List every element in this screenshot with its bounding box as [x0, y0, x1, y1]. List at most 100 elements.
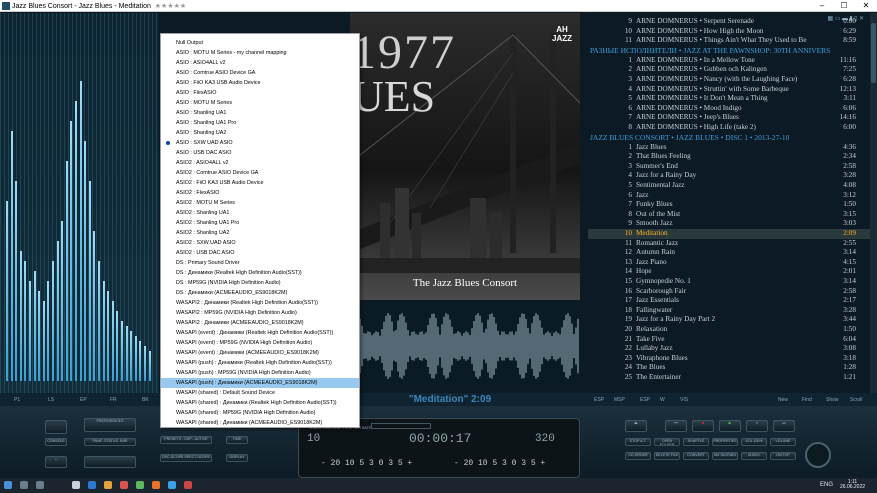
- control-button[interactable]: PROPERTIES: [712, 438, 738, 446]
- playlist-row[interactable]: 8 Out of the Mist 3:15: [588, 210, 870, 220]
- playlist-row[interactable]: 15 Gymnopedie No. 1 3:14: [588, 277, 870, 287]
- playlist-row[interactable]: 16 Scarborough Fair 2:58: [588, 287, 870, 297]
- menu-item[interactable]: WASAPI (event) : Динамики (ACMEEAUDIO_ES…: [161, 348, 359, 358]
- tab-action-3[interactable]: Scroll: [850, 397, 863, 403]
- playlist-row[interactable]: 12 Autumn Rain 3:14: [588, 248, 870, 258]
- menu-item[interactable]: WASAPI (push) : Динамики (Realtek High D…: [161, 358, 359, 368]
- playlist-row[interactable]: 7 ARNE DOMNERUS • Jeep's Blues 14:16: [588, 113, 870, 123]
- menu-item[interactable]: ASIO : MOTU M Series - my channel mappin…: [161, 48, 359, 58]
- tab-action-2[interactable]: Show: [826, 397, 839, 403]
- menu-item[interactable]: ASIO2 : USB DAC ASIO: [161, 248, 359, 258]
- preferences-button[interactable]: PREFERENCES: [84, 418, 136, 432]
- menu-item[interactable]: DS : Динамики (Realtek High Definition A…: [161, 268, 359, 278]
- menu-item[interactable]: ASIO : FiiO KA3 USB Audio Device: [161, 78, 359, 88]
- playlist-row[interactable]: 18 Fallingwater 3:28: [588, 306, 870, 316]
- tab-left-2[interactable]: EP: [80, 397, 87, 403]
- tab-left-0[interactable]: P1: [14, 397, 20, 403]
- close-button[interactable]: ✕: [855, 0, 877, 12]
- menu-item[interactable]: WASAPI (shared) : Default Sound Device: [161, 388, 359, 398]
- search-icon[interactable]: [20, 481, 28, 489]
- control-button[interactable]: CONVERT: [683, 452, 709, 460]
- tab-left-4[interactable]: BK: [142, 397, 149, 403]
- menu-item[interactable]: WASAPI (event) : Динамики (Realtek High …: [161, 328, 359, 338]
- display-button[interactable]: DISPLAY: [226, 454, 248, 462]
- search-field[interactable]: [84, 456, 136, 468]
- menu-item[interactable]: WASAPI (shared) : MP59G (NVIDIA High Def…: [161, 408, 359, 418]
- control-button[interactable]: SHUFFLE: [683, 438, 709, 446]
- tab-left-1[interactable]: LS: [48, 397, 54, 403]
- playlist-row[interactable]: 7 Funky Blues 1:50: [588, 200, 870, 210]
- eject-button[interactable]: ⏏: [625, 420, 647, 432]
- playlist-row[interactable]: 2 ARNE DOMNERUS • Gubben och Kalingen 7:25: [588, 65, 870, 75]
- control-button[interactable]: M.BOX: [741, 452, 767, 460]
- menu-item[interactable]: ASIO : MOTU M Series: [161, 98, 359, 108]
- previous-button[interactable]: ⏮: [665, 420, 687, 432]
- control-button[interactable]: MK SUSTAIN: [712, 452, 738, 460]
- playlist-group-header[interactable]: РАЗНЫЕ ИСПОЛНИТЕЛИ • JAZZ AT THE PAWNSHO…: [588, 46, 870, 56]
- menu-item[interactable]: ASIO2 : FiiO KA3 USB Audio Device: [161, 178, 359, 188]
- output-device-menu[interactable]: Null Output ASIO : MOTU M Series - my cha…: [160, 33, 360, 428]
- menu-item[interactable]: WASAPI (shared) : Динамики (Realtek High…: [161, 398, 359, 408]
- playlist-row[interactable]: 6 ARNE DOMNERUS • Mood Indigo 6:06: [588, 104, 870, 114]
- playlist-row[interactable]: 24 The Blues 1:28: [588, 363, 870, 373]
- playlist-row[interactable]: 22 Lullaby Jazz 3:08: [588, 344, 870, 354]
- menu-item[interactable]: DS : Динамики (ACMEEAUDIO_ES9018K2M): [161, 288, 359, 298]
- menu-item[interactable]: WASAPI2 : Динамики (Realtek High Definit…: [161, 298, 359, 308]
- app-icon-4[interactable]: [168, 481, 176, 489]
- menu-item[interactable]: ASIO2 : MOTU M Series: [161, 198, 359, 208]
- playlist-row[interactable]: 5 ARNE DOMNERUS • It Don't Mean a Thing 3:…: [588, 94, 870, 104]
- control-button[interactable]: VOLUME: [770, 438, 796, 446]
- menu-item[interactable]: ASIO2 : ASIO4ALL v2: [161, 158, 359, 168]
- menu-item[interactable]: ASIO2 : Shanling UA2: [161, 228, 359, 238]
- menu-item[interactable]: DS : MP59G (NVIDIA High Definition Audio…: [161, 278, 359, 288]
- tab-view-2[interactable]: ESP: [640, 397, 650, 403]
- playlist-row[interactable]: 20 Relaxation 1:50: [588, 325, 870, 335]
- playlist[interactable]: ▦ ▭ ▬ ▮ ▯ ✕ 9 ARNE DOMNERUS • Serpent Ser…: [588, 13, 870, 393]
- playlist-row[interactable]: 10 Meditation 2:09: [588, 229, 870, 239]
- menu-item[interactable]: ASIO : FlexASIO: [161, 88, 359, 98]
- app-icon-3[interactable]: [152, 481, 160, 489]
- console-button[interactable]: CONSOLE: [45, 438, 67, 446]
- playlist-group-header[interactable]: JAZZ BLUES CONSORT • JAZZ BLUES • DISC 1…: [588, 133, 870, 143]
- playlist-row[interactable]: 8 ARNE DOMNERUS • High Life (take 2) 6:00: [588, 123, 870, 133]
- playlist-row[interactable]: 1 Jazz Blues 4:36: [588, 143, 870, 153]
- tab-action-1[interactable]: Find: [802, 397, 812, 403]
- taskview-icon[interactable]: [36, 481, 44, 489]
- playlist-button[interactable]: [45, 420, 67, 434]
- menu-item[interactable]: ASIO2 : Shanling UA1: [161, 208, 359, 218]
- menu-item[interactable]: ASIO : USB DAC ASIO: [161, 148, 359, 158]
- volume-knob[interactable]: [805, 442, 831, 468]
- playlist-row[interactable]: 11 Romantic Jazz 2:55: [588, 239, 870, 249]
- presets-button[interactable]: PRESETS - DSP - ACTIVE: [160, 436, 212, 444]
- menu-item[interactable]: ASIO : SXW UAD ASIO: [161, 138, 359, 148]
- menu-item[interactable]: Null Output: [161, 38, 359, 48]
- playlist-row[interactable]: 4 ARNE DOMNERUS • Struttin' with Some Bar…: [588, 85, 870, 95]
- playlist-row[interactable]: 9 Smooth Jazz 3:03: [588, 219, 870, 229]
- menu-item[interactable]: WASAPI (shared) : Динамики (ACMEEAUDIO_E…: [161, 418, 359, 428]
- menu-item[interactable]: WASAPI (push) : MP59G (NVIDIA High Defin…: [161, 368, 359, 378]
- clock[interactable]: 1:11 26.06.2022: [840, 480, 865, 490]
- control-button[interactable]: VOL 100%: [741, 438, 767, 446]
- minimize-button[interactable]: –: [811, 0, 833, 12]
- start-icon[interactable]: [4, 481, 12, 489]
- menu-item[interactable]: WASAPI2 : MP59G (NVIDIA High Definition …: [161, 308, 359, 318]
- playlist-row[interactable]: 23 Vibraphone Blues 3:18: [588, 354, 870, 364]
- playlist-row[interactable]: 5 Sentimental Jazz 4:08: [588, 181, 870, 191]
- folder-icon[interactable]: [104, 481, 112, 489]
- next-button[interactable]: ⏭: [773, 420, 795, 432]
- control-button[interactable]: STOP A.T.: [625, 438, 651, 446]
- app-icon-1[interactable]: [120, 481, 128, 489]
- control-button[interactable]: CD ORDER: [625, 452, 651, 460]
- status-bar-button[interactable]: PANE -STATUS- BAR: [84, 438, 136, 446]
- playlist-row[interactable]: 2 That Blues Feeling 2:34: [588, 152, 870, 162]
- app-icon-2[interactable]: [136, 481, 144, 489]
- playlist-row[interactable]: 3 Summer's End 2:58: [588, 162, 870, 172]
- playlist-row[interactable]: 11 ARNE DOMNERUS • Things Ain't What They…: [588, 36, 870, 46]
- playlist-row[interactable]: 19 Jazz for a Rainy Day Part 2 3:44: [588, 315, 870, 325]
- playlist-row[interactable]: 3 ARNE DOMNERUS • Nancy (with the Laughin…: [588, 75, 870, 85]
- play-button[interactable]: ▶: [719, 420, 741, 432]
- menu-item[interactable]: ASIO : Comtrue ASIO Device GA: [161, 68, 359, 78]
- menu-item[interactable]: ASIO : Shanling UA1 Pro: [161, 118, 359, 128]
- scope-button[interactable]: DSC-SCOPE SPECT-SCOPE: [160, 454, 212, 462]
- menu-item[interactable]: ASIO : Shanling UA2: [161, 128, 359, 138]
